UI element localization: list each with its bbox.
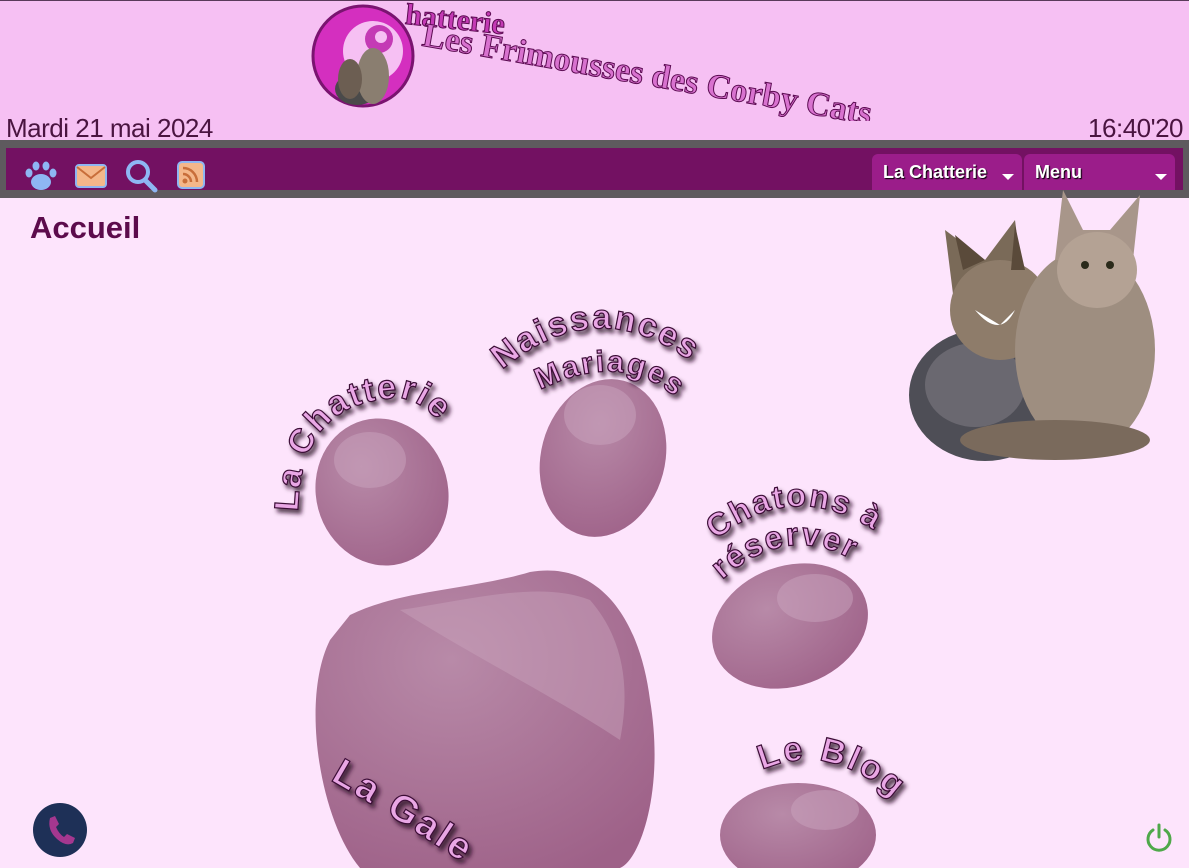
mail-icon[interactable]	[74, 159, 108, 193]
phone-icon	[49, 816, 75, 845]
paw-toe-blog[interactable]: Le Blog	[720, 729, 915, 868]
svg-text:Naissances: Naissances	[484, 298, 708, 376]
rss-icon[interactable]	[174, 159, 208, 193]
paw-toe-naissances[interactable]: Naissances Mariages	[483, 298, 708, 551]
logo-text-frimousses: Les Frimousses des Corby Cats	[420, 17, 875, 121]
chevron-down-icon	[1002, 174, 1014, 180]
site-logo[interactable]: hatterie Les Frimousses des Corby Cats	[305, 1, 895, 121]
paw-toe-chatons[interactable]: Chatons à réserver	[694, 476, 889, 710]
phone-call-button[interactable]	[33, 803, 87, 857]
dropdown-la-chatterie-label: La Chatterie	[883, 162, 988, 182]
paw-toe-chatterie[interactable]: La Chatterie	[267, 367, 465, 581]
paw-main-pad-galerie[interactable]: La Galerie	[0, 198, 655, 868]
dropdown-la-chatterie[interactable]: La Chatterie	[872, 154, 1022, 190]
link-naissances[interactable]: Naissances	[483, 298, 708, 377]
paw-icon[interactable]	[24, 159, 58, 193]
cats-photo	[909, 190, 1155, 461]
dropdown-menu-label: Menu	[1035, 162, 1082, 182]
chevron-down-icon	[1155, 174, 1167, 180]
dropdown-menu[interactable]: Menu	[1024, 154, 1175, 190]
site-header: hatterie Les Frimousses des Corby Cats M…	[0, 0, 1189, 143]
power-icon[interactable]	[1144, 822, 1174, 852]
search-icon[interactable]	[124, 159, 158, 193]
